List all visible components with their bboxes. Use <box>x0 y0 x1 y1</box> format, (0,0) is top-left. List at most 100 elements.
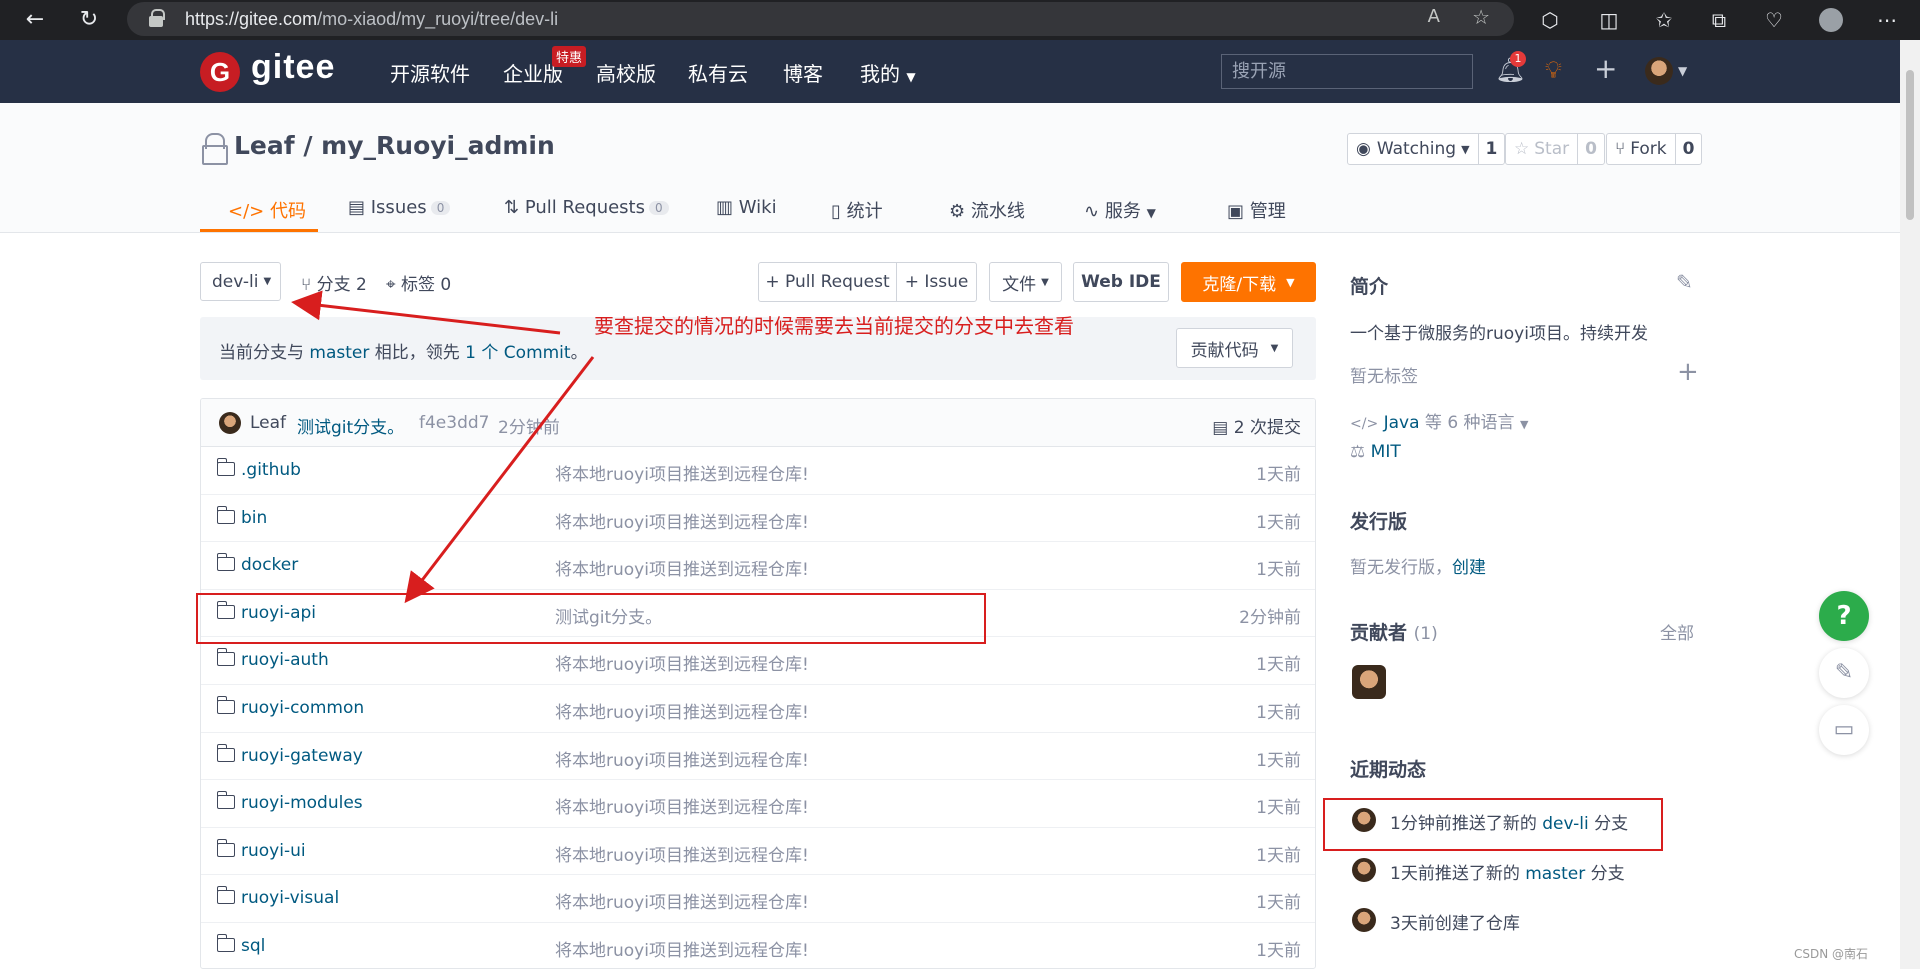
back-icon[interactable]: ← <box>21 6 49 34</box>
file-name-link[interactable]: ruoyi-common <box>241 698 364 718</box>
commit-author[interactable]: Leaf <box>250 413 286 433</box>
file-commit-message[interactable]: 将本地ruoyi项目推送到远程仓库! <box>555 841 809 866</box>
file-commit-time: 1天前 <box>1256 560 1301 581</box>
tab-issues[interactable]: ▤ Issues 0 <box>348 197 451 218</box>
tab-code[interactable]: </> 代码 <box>228 197 306 223</box>
fork-icon: ⑂ <box>1615 139 1626 159</box>
tab-manage[interactable]: ▣ 管理 <box>1227 197 1286 223</box>
web-ide-button[interactable]: Web IDE <box>1073 262 1169 302</box>
profile-avatar-icon[interactable] <box>1819 8 1843 32</box>
chat-button[interactable]: ▭ <box>1819 705 1869 755</box>
file-name-link[interactable]: ruoyi-auth <box>241 650 329 670</box>
help-button[interactable]: ? <box>1819 591 1869 641</box>
edit-icon[interactable]: ✎ <box>1676 270 1693 294</box>
tab-services[interactable]: ∿ 服务 ▼ <box>1084 197 1156 223</box>
activity-avatar[interactable] <box>1352 858 1376 882</box>
file-name-link[interactable]: ruoyi-ui <box>241 841 306 861</box>
tab-pipeline[interactable]: ⚙ 流水线 <box>949 197 1025 223</box>
commit-hash[interactable]: f4e3dd7 <box>419 413 489 433</box>
tab-pull-requests[interactable]: ⇅ Pull Requests 0 <box>504 197 669 218</box>
commit-total-link[interactable]: ▤ 2 次提交 <box>1212 413 1301 438</box>
file-commit-message[interactable]: 将本地ruoyi项目推送到远程仓库! <box>555 508 809 533</box>
new-issue-button[interactable]: + Issue <box>896 262 977 302</box>
collections-icon[interactable]: ⧉ <box>1706 7 1732 33</box>
create-release-link[interactable]: 创建 <box>1452 558 1486 578</box>
nav-mine-label: 我的 <box>860 62 900 86</box>
nav-mine[interactable]: 我的 ▼ <box>860 58 916 87</box>
file-name-link[interactable]: ruoyi-modules <box>241 793 363 813</box>
address-bar[interactable]: https://gitee.com/mo-xiaod/my_ruoyi/tree… <box>127 2 1514 36</box>
nav-university[interactable]: 高校版 <box>596 58 656 87</box>
performance-icon[interactable]: ♡ <box>1761 7 1787 33</box>
file-commit-message[interactable]: 将本地ruoyi项目推送到远程仓库! <box>555 650 809 675</box>
file-commit-message[interactable]: 将本地ruoyi项目推送到远程仓库! <box>555 888 809 913</box>
nav-blog[interactable]: 博客 <box>783 58 823 87</box>
gitee-logo-text[interactable]: gitee <box>251 48 335 87</box>
file-name-link[interactable]: docker <box>241 555 298 575</box>
tab-stats[interactable]: ▯ 统计 <box>831 197 883 223</box>
fork-count[interactable]: 0 <box>1676 139 1702 159</box>
nav-private-cloud[interactable]: 私有云 <box>688 58 748 87</box>
file-menu-button[interactable]: 文件 ▼ <box>989 262 1062 302</box>
caret-down-icon[interactable]: ▼ <box>1678 64 1687 78</box>
tab-wiki[interactable]: ▥ Wiki <box>716 197 777 218</box>
branches-link[interactable]: ⑂ 分支 2 <box>301 270 367 295</box>
plus-icon[interactable]: + <box>1594 52 1617 85</box>
page-scrollbar[interactable] <box>1900 40 1920 969</box>
bulb-icon[interactable]: 💡︎ <box>1545 56 1562 84</box>
favorite-star-icon[interactable]: ☆ <box>1472 5 1490 29</box>
file-commit-message[interactable]: 将本地ruoyi项目推送到远程仓库! <box>555 936 809 961</box>
language-info[interactable]: </> Java 等 6 种语言 ▼ <box>1350 408 1528 433</box>
folder-icon <box>216 791 235 810</box>
contributor-avatar[interactable] <box>1352 665 1386 699</box>
caret-down-icon: ▼ <box>1270 342 1279 354</box>
new-pull-request-button[interactable]: + Pull Request <box>758 262 897 302</box>
commit-message[interactable]: 测试git分支。 <box>297 413 404 438</box>
user-avatar[interactable] <box>1645 57 1673 85</box>
star-count[interactable]: 0 <box>1578 139 1604 159</box>
repo-title[interactable]: Leaf / my_Ruoyi_admin <box>234 131 555 160</box>
file-commit-message[interactable]: 将本地ruoyi项目推送到远程仓库! <box>555 746 809 771</box>
file-name-link[interactable]: ruoyi-visual <box>241 888 339 908</box>
watch-button[interactable]: ◉ Watching ▼ 1 <box>1347 133 1506 165</box>
extensions-icon[interactable]: ⬡ <box>1537 7 1563 33</box>
split-screen-icon[interactable]: ◫ <box>1596 7 1622 33</box>
branch-select[interactable]: dev-li ▼ <box>200 262 281 301</box>
reload-icon[interactable]: ↻ <box>75 6 103 34</box>
watch-count[interactable]: 1 <box>1479 139 1505 159</box>
nav-open-source[interactable]: 开源软件 <box>390 58 470 87</box>
gitee-logo-icon[interactable]: G <box>200 52 240 92</box>
file-commit-message[interactable]: 将本地ruoyi项目推送到远程仓库! <box>555 698 809 723</box>
clone-download-button[interactable]: 克隆/下载 ▼ <box>1181 262 1316 302</box>
activity-avatar[interactable] <box>1352 908 1376 932</box>
scrollbar-thumb[interactable] <box>1906 70 1914 220</box>
file-name-link[interactable]: ruoyi-gateway <box>241 746 363 766</box>
favorites-icon[interactable]: ✩ <box>1651 7 1677 33</box>
file-commit-time: 1天前 <box>1256 798 1301 819</box>
add-tag-icon[interactable]: + <box>1677 357 1699 387</box>
feedback-edit-button[interactable]: ✎ <box>1819 648 1869 698</box>
all-contributors-link[interactable]: 全部 <box>1660 619 1694 644</box>
file-name-link[interactable]: bin <box>241 508 267 528</box>
release-text: 暂无发行版，创建 <box>1350 558 1486 578</box>
file-commit-message[interactable]: 将本地ruoyi项目推送到远程仓库! <box>555 460 809 485</box>
file-commit-message[interactable]: 将本地ruoyi项目推送到远程仓库! <box>555 555 809 580</box>
fork-button[interactable]: ⑂ Fork 0 <box>1606 133 1703 165</box>
file-name-link[interactable]: sql <box>241 936 265 956</box>
commit-count-link[interactable]: 1 个 Commit <box>465 343 570 363</box>
master-branch-link[interactable]: master <box>1525 864 1585 884</box>
folder-icon <box>216 696 235 714</box>
author-avatar[interactable] <box>219 412 241 434</box>
read-aloud-icon[interactable]: A <box>1428 6 1440 27</box>
license-info[interactable]: ⚖ MIT <box>1350 442 1401 462</box>
search-input[interactable]: 搜开源 <box>1221 54 1473 89</box>
tags-link[interactable]: ⌖ 标签 0 <box>386 270 451 295</box>
master-branch-link[interactable]: master <box>309 343 369 363</box>
file-commit-message[interactable]: 将本地ruoyi项目推送到远程仓库! <box>555 793 809 818</box>
file-name-link[interactable]: .github <box>241 460 301 480</box>
more-menu-icon[interactable]: ⋯ <box>1874 7 1900 33</box>
star-button[interactable]: ☆ Star 0 <box>1505 133 1605 165</box>
file-commit-time: 1天前 <box>1256 845 1301 866</box>
table-row: ruoyi-visual 将本地ruoyi项目推送到远程仓库! 1天前 <box>201 875 1315 923</box>
contribute-code-button[interactable]: 贡献代码 ▼ <box>1176 328 1293 368</box>
